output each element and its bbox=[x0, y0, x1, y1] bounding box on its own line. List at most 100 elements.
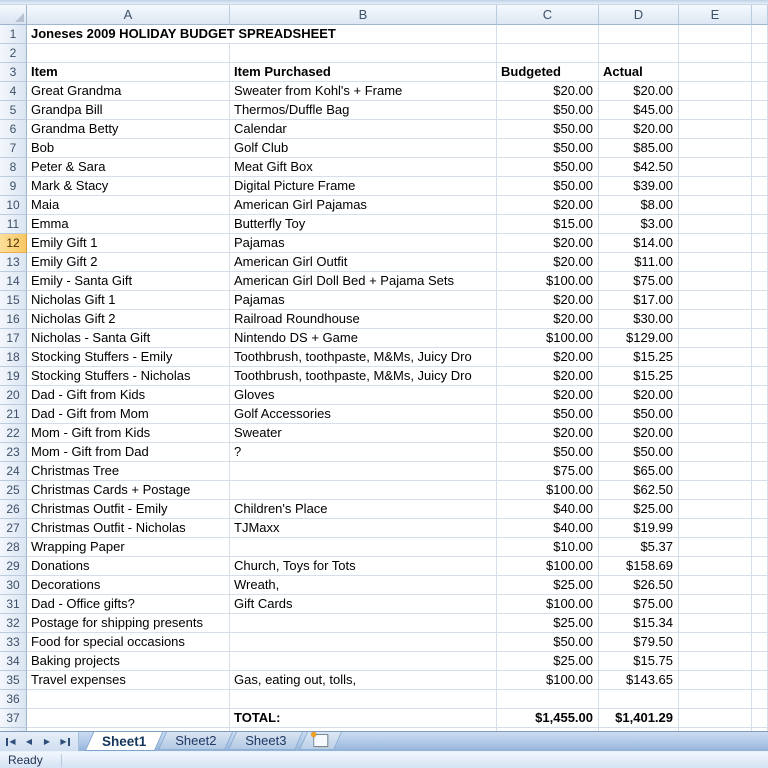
cell-D24[interactable]: $65.00 bbox=[599, 462, 679, 481]
cell-A24[interactable]: Christmas Tree bbox=[27, 462, 230, 481]
cell-C28[interactable]: $10.00 bbox=[497, 538, 599, 557]
row-header-29[interactable]: 29 bbox=[0, 557, 27, 576]
cell-E18[interactable] bbox=[679, 348, 752, 367]
cell-A27[interactable]: Christmas Outfit - Nicholas bbox=[27, 519, 230, 538]
row-header-13[interactable]: 13 bbox=[0, 253, 27, 272]
cell-C19[interactable]: $20.00 bbox=[497, 367, 599, 386]
cell-A8[interactable]: Peter & Sara bbox=[27, 158, 230, 177]
cell-F34[interactable] bbox=[752, 652, 768, 671]
cell-C29[interactable]: $100.00 bbox=[497, 557, 599, 576]
cell-E6[interactable] bbox=[679, 120, 752, 139]
cell-E15[interactable] bbox=[679, 291, 752, 310]
cell-F22[interactable] bbox=[752, 424, 768, 443]
cell-F20[interactable] bbox=[752, 386, 768, 405]
cell-A30[interactable]: Decorations bbox=[27, 576, 230, 595]
cell-D12[interactable]: $14.00 bbox=[599, 234, 679, 253]
row-header-18[interactable]: 18 bbox=[0, 348, 27, 367]
cell-A21[interactable]: Dad - Gift from Mom bbox=[27, 405, 230, 424]
cell-C30[interactable]: $25.00 bbox=[497, 576, 599, 595]
cell-A1[interactable]: Joneses 2009 HOLIDAY BUDGET SPREADSHEET bbox=[27, 25, 497, 44]
cell-C13[interactable]: $20.00 bbox=[497, 253, 599, 272]
row-header-35[interactable]: 35 bbox=[0, 671, 27, 690]
cell-A12[interactable]: Emily Gift 1 bbox=[27, 234, 230, 253]
cell-D31[interactable]: $75.00 bbox=[599, 595, 679, 614]
cell-A37[interactable] bbox=[27, 709, 230, 728]
cell-C33[interactable]: $50.00 bbox=[497, 633, 599, 652]
cell-F6[interactable] bbox=[752, 120, 768, 139]
cell-F17[interactable] bbox=[752, 329, 768, 348]
cell-A36[interactable] bbox=[27, 690, 230, 709]
cell-E14[interactable] bbox=[679, 272, 752, 291]
cell-C9[interactable]: $50.00 bbox=[497, 177, 599, 196]
cell-E34[interactable] bbox=[679, 652, 752, 671]
cell-C6[interactable]: $50.00 bbox=[497, 120, 599, 139]
cell-A23[interactable]: Mom - Gift from Dad bbox=[27, 443, 230, 462]
cell-D22[interactable]: $20.00 bbox=[599, 424, 679, 443]
row-header-22[interactable]: 22 bbox=[0, 424, 27, 443]
cell-E21[interactable] bbox=[679, 405, 752, 424]
cell-E33[interactable] bbox=[679, 633, 752, 652]
cell-F36[interactable] bbox=[752, 690, 768, 709]
row-header-21[interactable]: 21 bbox=[0, 405, 27, 424]
cell-D37[interactable]: $1,401.29 bbox=[599, 709, 679, 728]
row-header-36[interactable]: 36 bbox=[0, 690, 27, 709]
cell-A26[interactable]: Christmas Outfit - Emily bbox=[27, 500, 230, 519]
cell-D16[interactable]: $30.00 bbox=[599, 310, 679, 329]
cell-F3[interactable] bbox=[752, 63, 768, 82]
column-header-A[interactable]: A bbox=[27, 5, 230, 25]
cell-C8[interactable]: $50.00 bbox=[497, 158, 599, 177]
cell-F25[interactable] bbox=[752, 481, 768, 500]
cell-B19[interactable]: Toothbrush, toothpaste, M&Ms, Juicy Dro bbox=[230, 367, 497, 386]
cell-E25[interactable] bbox=[679, 481, 752, 500]
cell-C5[interactable]: $50.00 bbox=[497, 101, 599, 120]
cell-F28[interactable] bbox=[752, 538, 768, 557]
cell-A9[interactable]: Mark & Stacy bbox=[27, 177, 230, 196]
cell-B9[interactable]: Digital Picture Frame bbox=[230, 177, 497, 196]
cell-A17[interactable]: Nicholas - Santa Gift bbox=[27, 329, 230, 348]
cell-F5[interactable] bbox=[752, 101, 768, 120]
cell-D1[interactable] bbox=[599, 25, 679, 44]
cell-A4[interactable]: Great Grandma bbox=[27, 82, 230, 101]
row-header-2[interactable]: 2 bbox=[0, 44, 27, 63]
row-header-3[interactable]: 3 bbox=[0, 63, 27, 82]
cell-B33[interactable] bbox=[230, 633, 497, 652]
cell-E4[interactable] bbox=[679, 82, 752, 101]
cell-E11[interactable] bbox=[679, 215, 752, 234]
cell-B12[interactable]: Pajamas bbox=[230, 234, 497, 253]
cell-D13[interactable]: $11.00 bbox=[599, 253, 679, 272]
cell-C31[interactable]: $100.00 bbox=[497, 595, 599, 614]
row-header-12[interactable]: 12 bbox=[0, 234, 27, 253]
cell-C18[interactable]: $20.00 bbox=[497, 348, 599, 367]
cell-A5[interactable]: Grandpa Bill bbox=[27, 101, 230, 120]
cell-B15[interactable]: Pajamas bbox=[230, 291, 497, 310]
cell-D20[interactable]: $20.00 bbox=[599, 386, 679, 405]
cell-D7[interactable]: $85.00 bbox=[599, 139, 679, 158]
cell-C4[interactable]: $20.00 bbox=[497, 82, 599, 101]
column-header-E[interactable]: E bbox=[679, 5, 752, 25]
cell-F31[interactable] bbox=[752, 595, 768, 614]
cell-B20[interactable]: Gloves bbox=[230, 386, 497, 405]
tab-sheet2[interactable]: Sheet2 bbox=[158, 732, 233, 750]
row-header-15[interactable]: 15 bbox=[0, 291, 27, 310]
cell-F8[interactable] bbox=[752, 158, 768, 177]
cell-C2[interactable] bbox=[497, 44, 599, 63]
cell-F33[interactable] bbox=[752, 633, 768, 652]
cell-E5[interactable] bbox=[679, 101, 752, 120]
cell-F27[interactable] bbox=[752, 519, 768, 538]
cell-D27[interactable]: $19.99 bbox=[599, 519, 679, 538]
cell-B29[interactable]: Church, Toys for Tots bbox=[230, 557, 497, 576]
tab-sheet1[interactable]: Sheet1 bbox=[85, 732, 164, 751]
cell-B6[interactable]: Calendar bbox=[230, 120, 497, 139]
cell-B23[interactable]: ? bbox=[230, 443, 497, 462]
cell-E26[interactable] bbox=[679, 500, 752, 519]
cell-D14[interactable]: $75.00 bbox=[599, 272, 679, 291]
cell-F12[interactable] bbox=[752, 234, 768, 253]
cell-A13[interactable]: Emily Gift 2 bbox=[27, 253, 230, 272]
cell-A34[interactable]: Baking projects bbox=[27, 652, 230, 671]
row-header-7[interactable]: 7 bbox=[0, 139, 27, 158]
cell-E36[interactable] bbox=[679, 690, 752, 709]
cell-A7[interactable]: Bob bbox=[27, 139, 230, 158]
previous-sheet-icon[interactable]: ◀ bbox=[20, 734, 38, 749]
cell-A29[interactable]: Donations bbox=[27, 557, 230, 576]
cell-E7[interactable] bbox=[679, 139, 752, 158]
